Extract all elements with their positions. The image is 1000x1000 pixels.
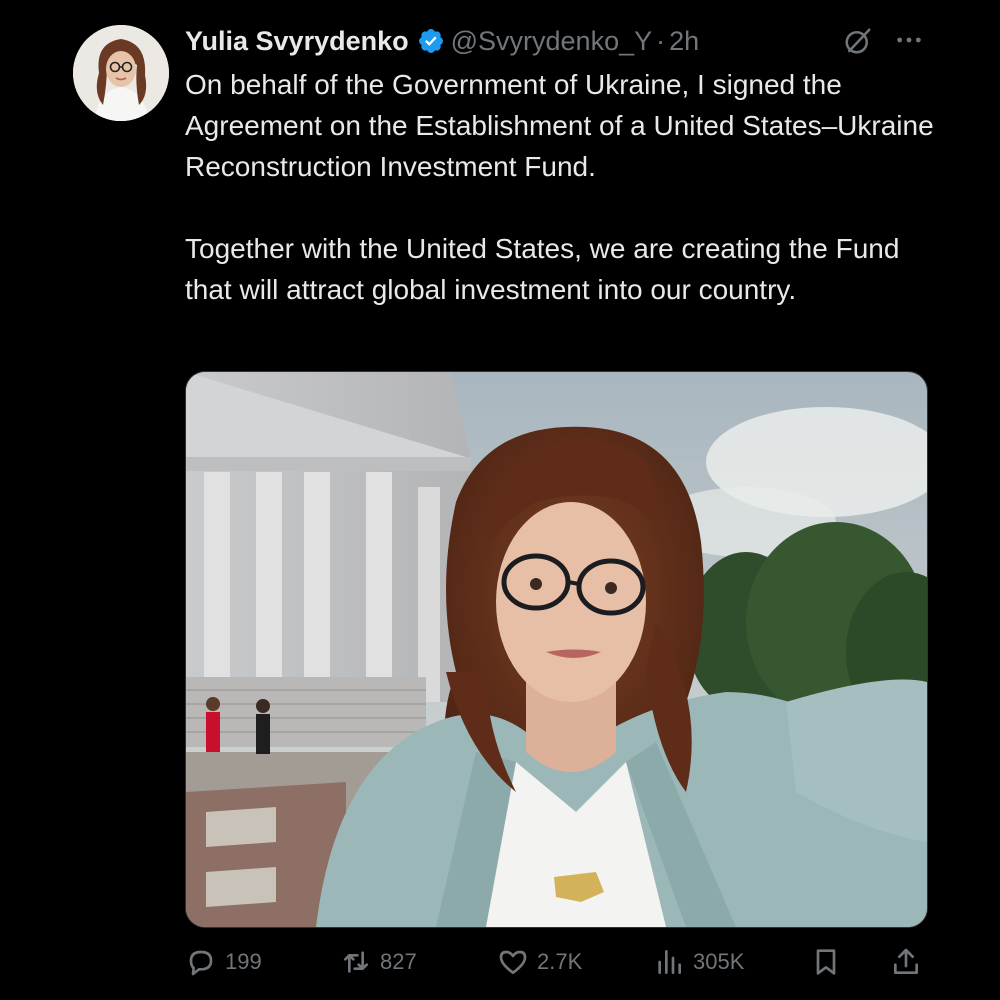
- views-count: 305K: [693, 949, 745, 974]
- verified-badge-icon: [418, 29, 443, 53]
- repost-icon: [344, 951, 368, 973]
- bookmark-button[interactable]: [810, 940, 842, 984]
- tweet-text: On behalf of the Government of Ukraine, …: [185, 64, 945, 310]
- like-button[interactable]: 2.7K: [497, 940, 582, 984]
- views-button[interactable]: 305K: [653, 940, 744, 984]
- avatar-image: [73, 25, 169, 121]
- avatar[interactable]: [73, 25, 169, 121]
- grok-icon[interactable]: [843, 26, 873, 56]
- views-icon: [658, 950, 681, 974]
- selfie-photo: [186, 372, 927, 927]
- share-icon: [894, 948, 918, 974]
- bookmark-icon: [816, 949, 836, 975]
- reply-icon: [189, 950, 213, 976]
- tweet-paragraph: On behalf of the Government of Ukraine, …: [185, 69, 934, 182]
- more-icon[interactable]: [893, 24, 925, 56]
- repost-button[interactable]: 827: [340, 940, 417, 984]
- tweet-header: Yulia Svyrydenko @Svyrydenko_Y · 2h: [185, 18, 699, 64]
- tweet-actions: 199 827 2.7K 305K: [185, 940, 925, 984]
- reply-button[interactable]: 199: [185, 940, 262, 984]
- share-button[interactable]: [890, 940, 922, 984]
- heart-icon: [499, 950, 527, 974]
- author-name[interactable]: Yulia Svyrydenko: [185, 26, 409, 57]
- reply-count: 199: [225, 949, 262, 974]
- like-count: 2.7K: [537, 949, 583, 974]
- header-separator: ·: [656, 25, 666, 56]
- tweet-photo[interactable]: [185, 371, 928, 928]
- tweet-timestamp[interactable]: 2h: [669, 26, 699, 57]
- repost-count: 827: [380, 949, 417, 974]
- author-handle[interactable]: @Svyrydenko_Y: [451, 26, 653, 57]
- tweet-paragraph: Together with the United States, we are …: [185, 233, 900, 305]
